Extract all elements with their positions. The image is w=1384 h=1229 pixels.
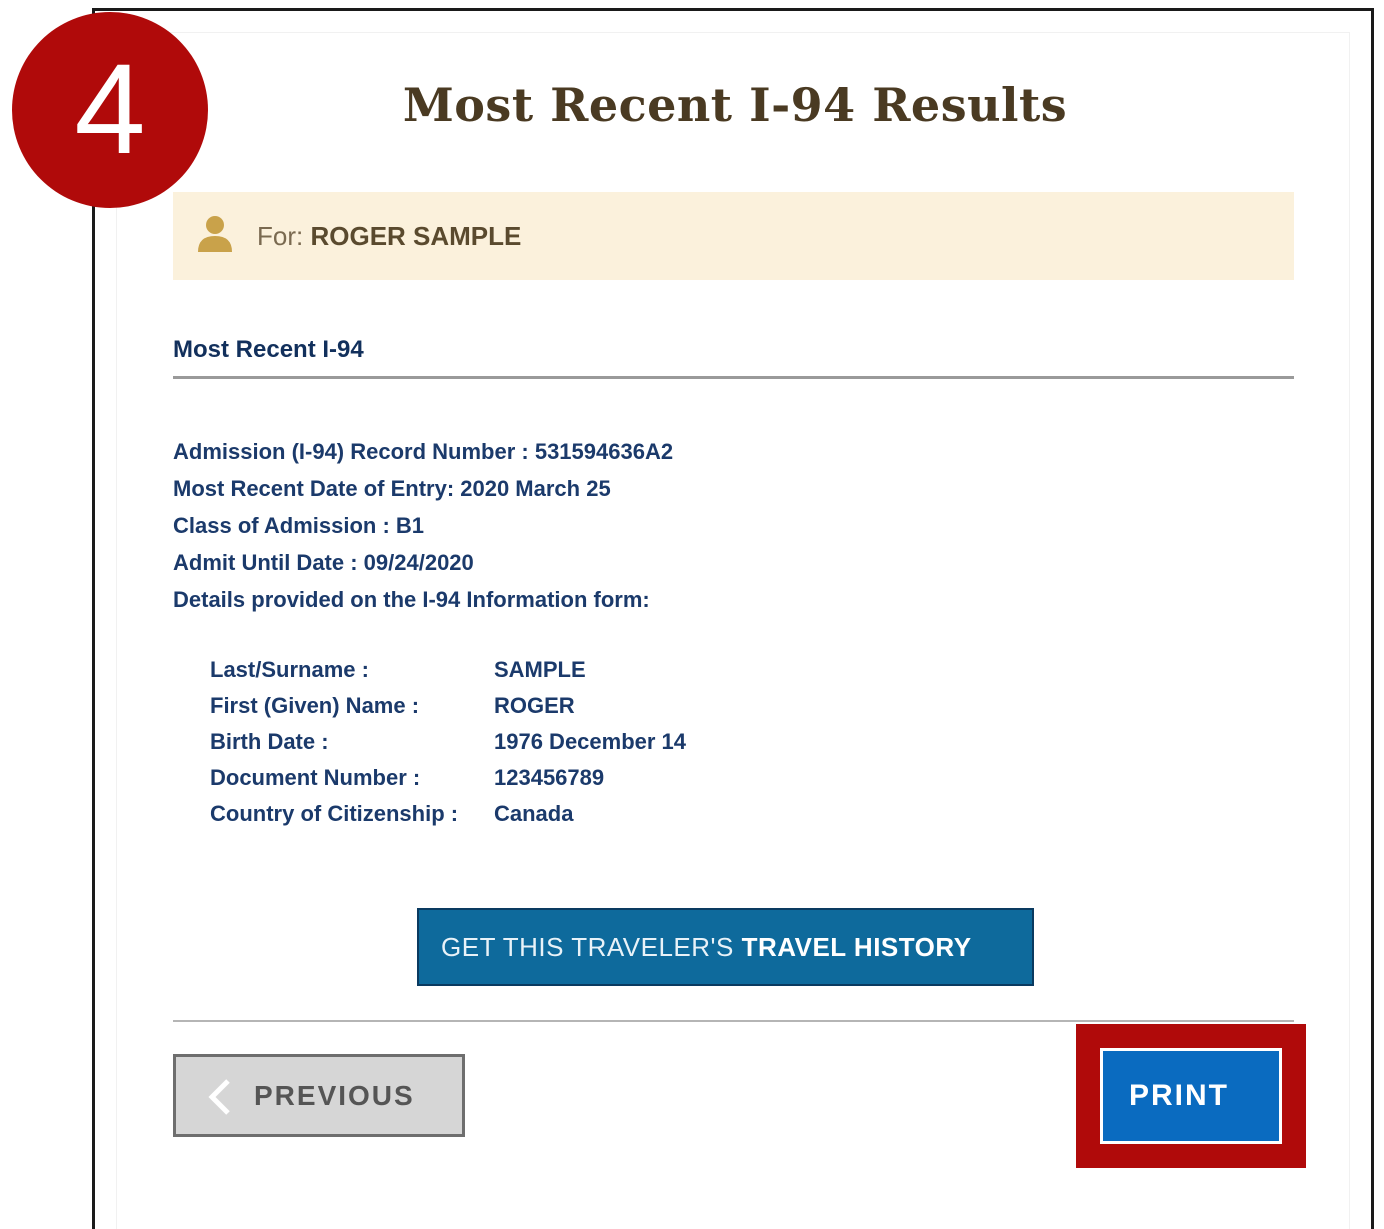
detail-value: SAMPLE xyxy=(494,657,586,682)
screenshot-stage: 4 Most Recent I-94 Results For: ROGER SA… xyxy=(0,0,1384,1229)
detail-value: 1976 December 14 xyxy=(494,729,687,754)
detail-value: ROGER xyxy=(494,693,575,718)
record-info: Admission (I-94) Record Number : 5315946… xyxy=(173,436,673,621)
detail-label: Country of Citizenship : xyxy=(210,801,459,826)
step-number-badge: 4 xyxy=(12,12,208,208)
section-divider xyxy=(173,376,1294,379)
previous-label: PREVIOUS xyxy=(254,1080,415,1111)
detail-row: Last/Surname : SAMPLE xyxy=(210,654,686,690)
for-label: For: xyxy=(257,221,304,251)
detail-label: Birth Date : xyxy=(210,729,329,754)
section-title: Most Recent I-94 xyxy=(173,336,364,363)
travel-history-strong: TRAVEL HISTORY xyxy=(741,932,972,962)
traveler-text: For: ROGER SAMPLE xyxy=(257,220,521,252)
detail-value: 123456789 xyxy=(494,765,605,790)
detail-row: Birth Date : 1976 December 14 xyxy=(210,726,686,762)
travel-history-prefix: GET THIS TRAVELER'S xyxy=(441,932,734,962)
detail-label: Last/Surname : xyxy=(210,657,369,682)
page-title: Most Recent I-94 Results xyxy=(402,78,1068,132)
detail-label: First (Given) Name : xyxy=(210,693,420,718)
detail-row: Country of Citizenship : Canada xyxy=(210,798,686,834)
details-list: Last/Surname : SAMPLE First (Given) Name … xyxy=(210,654,686,834)
detail-label: Document Number : xyxy=(210,765,421,790)
details-intro: Details provided on the I-94 Information… xyxy=(173,587,650,612)
entry-date: Most Recent Date of Entry: 2020 March 25 xyxy=(173,476,611,501)
print-button[interactable]: PRINT xyxy=(1100,1048,1282,1144)
admission-number: Admission (I-94) Record Number : 5315946… xyxy=(173,439,674,464)
traveler-bar: For: ROGER SAMPLE xyxy=(173,192,1294,280)
detail-row: Document Number : 123456789 xyxy=(210,762,686,798)
chevron-left-icon xyxy=(208,1079,230,1115)
detail-value: Canada xyxy=(494,801,574,826)
person-icon xyxy=(198,216,232,252)
footer-divider xyxy=(173,1020,1294,1022)
traveler-name: ROGER SAMPLE xyxy=(310,221,522,251)
travel-history-button[interactable]: GET THIS TRAVELER'S TRAVEL HISTORY xyxy=(417,908,1034,986)
detail-row: First (Given) Name : ROGER xyxy=(210,690,686,726)
previous-button[interactable]: PREVIOUS xyxy=(173,1054,465,1137)
admit-until-date: Admit Until Date : 09/24/2020 xyxy=(173,550,474,575)
class-of-admission: Class of Admission : B1 xyxy=(173,513,425,538)
